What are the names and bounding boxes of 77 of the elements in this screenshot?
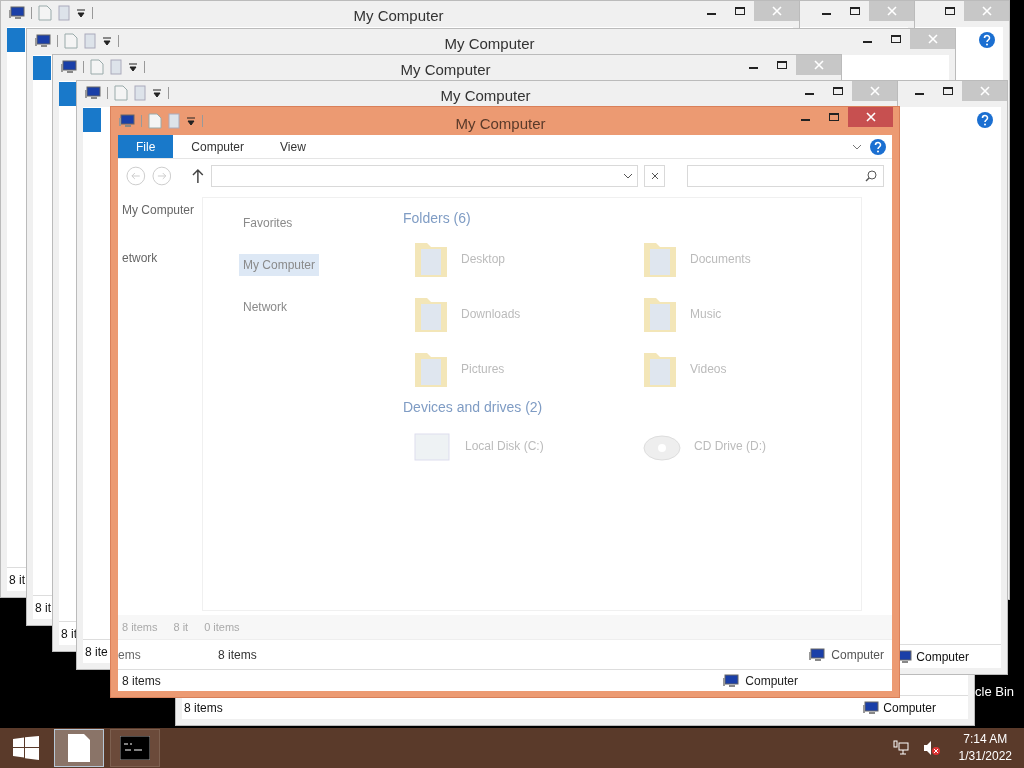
- computer-icon: [9, 6, 25, 20]
- nav-item[interactable]: My Computer: [122, 201, 195, 219]
- chevron-icon[interactable]: [622, 171, 633, 181]
- status-text: 8 items: [184, 699, 223, 717]
- close-icon: [979, 86, 990, 96]
- nav-item[interactable]: Network: [239, 296, 291, 318]
- dropdown-icon[interactable]: [76, 8, 86, 18]
- close-icon: [865, 112, 876, 122]
- close-icon: [813, 60, 824, 70]
- desktop-icon-label[interactable]: cle Bin: [975, 682, 1015, 702]
- help-icon[interactable]: [979, 32, 995, 48]
- status-text: 8 items: [122, 619, 158, 635]
- status-location: Computer: [831, 646, 884, 664]
- status-text: 8 it: [35, 599, 51, 617]
- folder-item[interactable]: Documents: [632, 239, 861, 279]
- up-arrow-icon[interactable]: [191, 168, 206, 184]
- dropdown-icon[interactable]: [128, 62, 138, 72]
- nav-item[interactable]: etwork: [122, 249, 158, 267]
- windows-logo-icon: [13, 736, 39, 760]
- nav-item[interactable]: My Computer: [239, 254, 320, 276]
- status-text: 0 items: [204, 619, 240, 635]
- window-title: My Computer: [444, 34, 535, 54]
- computer-icon: [863, 700, 880, 715]
- status-text: ems: [118, 646, 142, 664]
- help-icon[interactable]: [870, 138, 886, 155]
- window-title: My Computer: [455, 114, 546, 134]
- document-icon: [67, 733, 91, 763]
- folder-item[interactable]: Videos: [632, 349, 861, 389]
- dropdown-icon[interactable]: [152, 88, 162, 98]
- clock-date[interactable]: 1/31/2022: [958, 748, 1012, 765]
- network-icon[interactable]: [892, 740, 909, 756]
- nav-item[interactable]: Favorites: [239, 212, 297, 234]
- folder-item[interactable]: Pictures: [403, 349, 632, 389]
- help-icon[interactable]: [977, 112, 993, 128]
- muted-speaker-icon[interactable]: [922, 740, 941, 756]
- search-icon: [865, 170, 877, 182]
- status-text: 8 ite: [85, 643, 108, 661]
- status-location: Computer: [883, 699, 936, 717]
- console-icon: [120, 736, 150, 760]
- status-location: Computer: [745, 672, 798, 690]
- taskbar-button[interactable]: [54, 729, 104, 767]
- computer-icon: [809, 647, 826, 662]
- ribbon-tab[interactable]: Computer: [173, 135, 263, 158]
- ribbon-tab[interactable]: File: [118, 135, 174, 158]
- close-icon: [869, 86, 880, 96]
- group-heading[interactable]: Devices and drives (2): [403, 397, 861, 418]
- folder-item[interactable]: Local Disk (C:): [403, 428, 632, 464]
- computer-icon: [35, 34, 51, 48]
- window-title: My Computer: [353, 6, 444, 26]
- folder-item[interactable]: CD Drive (D:): [632, 428, 861, 464]
- close-icon: [650, 172, 659, 180]
- computer-icon: [85, 86, 101, 100]
- status-text: 8 it: [9, 571, 25, 589]
- status-text: 8 items: [218, 646, 257, 664]
- dropdown-icon[interactable]: [102, 36, 112, 46]
- group-heading[interactable]: Folders (6): [403, 208, 861, 229]
- computer-icon: [723, 673, 740, 688]
- close-icon: [927, 34, 938, 44]
- clear-button[interactable]: [643, 165, 666, 187]
- window-title: My Computer: [440, 86, 531, 106]
- taskbar-button[interactable]: [110, 729, 160, 767]
- computer-icon: [61, 60, 77, 74]
- clock-time[interactable]: 7:14 AM: [963, 731, 1008, 748]
- status-text: 8 it: [173, 619, 189, 635]
- status-location: Computer: [916, 648, 969, 666]
- folder-item[interactable]: Desktop: [403, 239, 632, 279]
- computer-icon: [119, 114, 135, 128]
- window-title: My Computer: [400, 60, 491, 80]
- dropdown-icon[interactable]: [186, 116, 196, 126]
- ribbon-tab[interactable]: View: [262, 135, 324, 158]
- close-icon: [886, 6, 897, 16]
- close-icon: [981, 6, 992, 16]
- folder-item[interactable]: Downloads: [403, 294, 632, 334]
- status-text: 8 items: [122, 672, 161, 690]
- folder-item[interactable]: Music: [632, 294, 861, 334]
- close-icon: [771, 6, 782, 16]
- search-field[interactable]: [687, 165, 884, 187]
